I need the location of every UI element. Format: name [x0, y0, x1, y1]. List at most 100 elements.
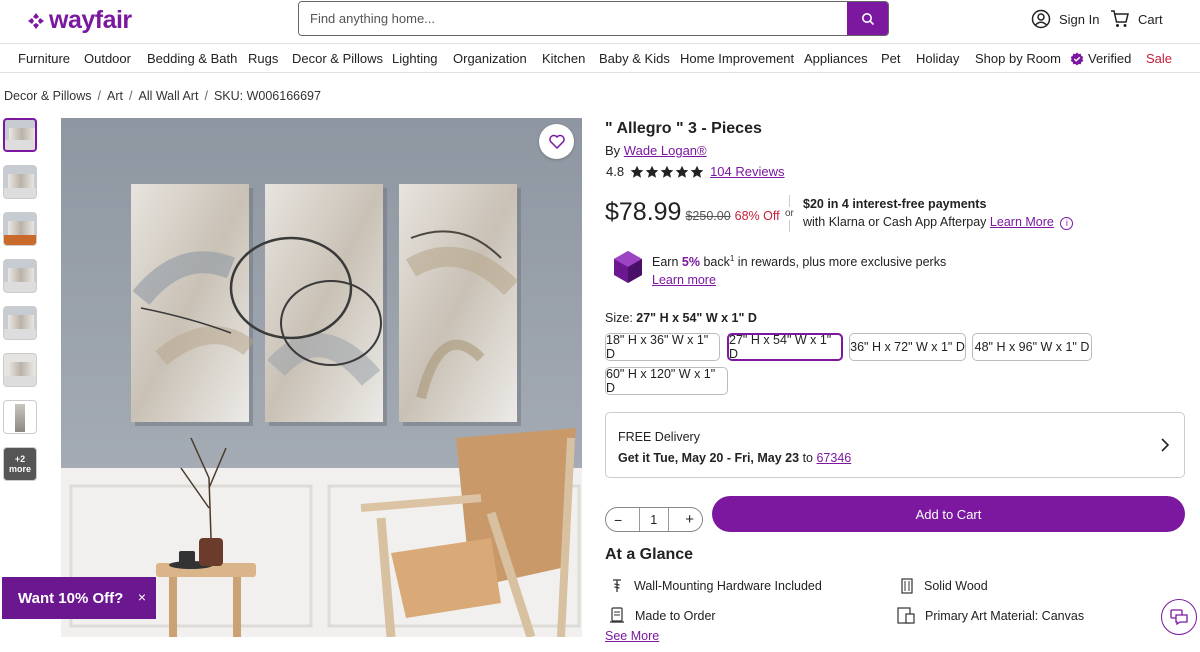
- learn-more-link[interactable]: Learn More: [990, 215, 1054, 229]
- nav-baby-kids[interactable]: Baby & Kids: [599, 51, 670, 66]
- close-icon[interactable]: ×: [138, 589, 146, 605]
- quantity-input[interactable]: 1: [638, 508, 669, 531]
- canvas-frame-icon: [897, 607, 915, 624]
- rewards-percent: 5%: [681, 255, 700, 270]
- thumbnail-2[interactable]: [3, 165, 37, 199]
- sign-in-label: Sign In: [1059, 11, 1100, 27]
- rewards-back: back: [703, 255, 730, 270]
- size-option-27x54[interactable]: 27" H x 54" W x 1" D: [727, 333, 843, 361]
- product-title: " Allegro " 3 - Pieces: [605, 120, 762, 137]
- wood-grain-icon: [901, 578, 913, 594]
- feature-canvas: Primary Art Material: Canvas: [897, 607, 1084, 624]
- star-icon: [675, 165, 689, 178]
- heart-icon: [548, 134, 565, 149]
- search-button[interactable]: [847, 2, 888, 35]
- nav-decor-pillows[interactable]: Decor & Pillows: [292, 51, 383, 66]
- size-selected: 27" H x 54" W x 1" D: [636, 311, 757, 325]
- rewards-learn-more-link[interactable]: Learn more: [652, 273, 716, 287]
- screw-icon: [613, 579, 621, 592]
- wayfair-logo[interactable]: wayfair: [26, 6, 132, 35]
- cart-button[interactable]: Cart: [1110, 9, 1163, 29]
- breadcrumb-art[interactable]: Art: [107, 89, 123, 103]
- or-label: or: [785, 208, 794, 219]
- cart-icon: [1111, 10, 1129, 27]
- decrease-quantity-button[interactable]: −: [614, 512, 622, 528]
- nav-kitchen[interactable]: Kitchen: [542, 51, 585, 66]
- thumbnail-4[interactable]: [3, 259, 37, 293]
- search-input[interactable]: [299, 2, 847, 35]
- nav-home-improvement[interactable]: Home Improvement: [680, 51, 794, 66]
- installment-title: $20 in 4 interest-free payments: [803, 197, 987, 211]
- thumbnail-1[interactable]: [3, 118, 37, 152]
- discount-promo-banner[interactable]: Want 10% Off? ×: [2, 577, 156, 619]
- nav-sale[interactable]: Sale: [1146, 51, 1172, 66]
- rating-value: 4.8: [606, 164, 625, 179]
- product-main-image[interactable]: [61, 118, 582, 637]
- discount-percent: 68% Off: [734, 209, 780, 223]
- nav-appliances[interactable]: Appliances: [804, 51, 868, 66]
- divider: [789, 195, 790, 207]
- nav-holiday[interactable]: Holiday: [916, 51, 959, 66]
- nav-organization[interactable]: Organization: [453, 51, 527, 66]
- divider: [789, 220, 790, 232]
- reviews-link[interactable]: 104 Reviews: [710, 164, 784, 179]
- feature-label: Made to Order: [635, 608, 716, 623]
- sign-in-button[interactable]: Sign In: [1031, 9, 1099, 29]
- original-price: $250.00: [685, 209, 731, 223]
- star-icon: [630, 165, 644, 178]
- product-rating: 4.8 104 Reviews: [606, 164, 785, 179]
- feature-label: Primary Art Material: Canvas: [925, 608, 1085, 623]
- nav-shop-by-room[interactable]: Shop by Room: [975, 51, 1061, 66]
- quantity-stepper: − 1 +: [605, 507, 703, 532]
- delivery-to: to: [802, 451, 813, 465]
- nav-verified-label: Verified: [1088, 51, 1132, 66]
- delivery-dates: Get it Tue, May 20 - Fri, May 23 to 6734…: [618, 451, 851, 465]
- size-option-60x120[interactable]: 60" H x 120" W x 1" D: [605, 367, 728, 395]
- thumbnail-3[interactable]: [3, 212, 37, 246]
- nav-verified[interactable]: Verified: [1070, 51, 1131, 66]
- room-scene-illustration: [61, 118, 582, 637]
- zip-code-link[interactable]: 67346: [816, 451, 851, 465]
- delivery-window: Get it Tue, May 20 - Fri, May 23: [618, 451, 800, 465]
- feature-wall-mounting: Wall-Mounting Hardware Included: [610, 578, 822, 594]
- search-icon: [861, 12, 874, 25]
- nav-bedding-bath[interactable]: Bedding & Bath: [147, 51, 237, 66]
- thumbnail-5[interactable]: [3, 306, 37, 340]
- thumbnail-more[interactable]: +2 more: [3, 447, 37, 481]
- nav-furniture[interactable]: Furniture: [18, 51, 70, 66]
- delivery-info-card[interactable]: FREE Delivery Get it Tue, May 20 - Fri, …: [605, 412, 1185, 478]
- sale-price: $78.99: [605, 198, 682, 226]
- add-to-cart-button[interactable]: Add to Cart: [712, 496, 1185, 532]
- info-icon[interactable]: i: [1060, 217, 1074, 230]
- rewards-promo: Earn 5% back1 in rewards, plus more excl…: [613, 250, 946, 289]
- breadcrumb: Decor & Pillows / Art / All Wall Art / S…: [4, 89, 321, 103]
- favorite-button[interactable]: [539, 124, 574, 159]
- thumbnail-7[interactable]: [3, 400, 37, 434]
- brand-link[interactable]: Wade Logan®: [624, 143, 707, 158]
- size-label-prefix: Size:: [605, 311, 633, 325]
- nav-pet[interactable]: Pet: [881, 51, 901, 66]
- promo-label: Want 10% Off?: [18, 589, 124, 607]
- by-prefix: By: [605, 143, 621, 158]
- chat-button[interactable]: [1161, 599, 1197, 635]
- more-count: +2: [14, 454, 26, 464]
- rewards-cube-icon: [614, 251, 642, 283]
- breadcrumb-separator: /: [129, 89, 133, 103]
- breadcrumb-decor-pillows[interactable]: Decor & Pillows: [4, 89, 92, 103]
- verified-badge-icon: [1070, 52, 1084, 65]
- account-icon: [1031, 9, 1051, 29]
- logo-text: wayfair: [49, 6, 132, 34]
- see-more-link[interactable]: See More: [605, 629, 659, 643]
- nav-rugs[interactable]: Rugs: [248, 51, 278, 66]
- nav-outdoor[interactable]: Outdoor: [84, 51, 131, 66]
- increase-quantity-button[interactable]: +: [685, 511, 694, 528]
- size-option-18x36[interactable]: 18" H x 36" W x 1" D: [605, 333, 720, 361]
- size-option-36x72[interactable]: 36" H x 72" W x 1" D: [849, 333, 966, 361]
- size-option-48x96[interactable]: 48" H x 96" W x 1" D: [972, 333, 1092, 361]
- thumbnail-6[interactable]: [3, 353, 37, 387]
- feature-solid-wood: Solid Wood: [900, 578, 988, 594]
- at-a-glance-heading: At a Glance: [605, 546, 694, 563]
- nav-lighting[interactable]: Lighting: [392, 51, 438, 66]
- breadcrumb-all-wall-art[interactable]: All Wall Art: [138, 89, 198, 103]
- chevron-right-icon: [1161, 438, 1170, 452]
